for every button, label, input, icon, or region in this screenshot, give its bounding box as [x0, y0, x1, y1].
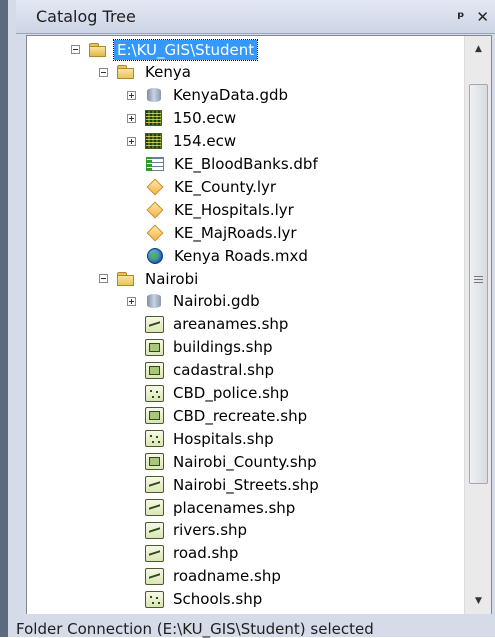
geodatabase-icon	[144, 86, 164, 104]
expand-plus-icon[interactable]	[127, 113, 136, 123]
line-shapefile-icon	[145, 544, 164, 562]
tree-item-label: road.shp	[173, 544, 239, 563]
catalog-tree-pane: E:\KU_GIS\Student Kenya KenyaData.gdb 150.e…	[26, 35, 492, 615]
tree-item[interactable]: KE_BloodBanks.dbf	[145, 153, 321, 176]
layer-file-icon	[145, 201, 165, 219]
table-icon	[145, 155, 165, 173]
tree-item-label: roadname.shp	[173, 567, 281, 586]
catalog-window: Catalog Tree ᵖ ✕ E:\KU_GIS\Student Kenya K…	[0, 0, 495, 638]
tree-item-label: Kenya Roads.mxd	[174, 246, 308, 265]
tree-item[interactable]: KenyaData.gdb	[127, 84, 291, 107]
vertical-scrollbar[interactable]: ▲ ▼	[464, 36, 491, 614]
tree-item-label: areanames.shp	[173, 315, 289, 334]
polygon-shapefile-icon	[145, 407, 164, 425]
tree-item[interactable]: rivers.shp	[145, 519, 250, 542]
tree-item-label: Nairobi_County.shp	[173, 452, 317, 471]
polygon-shapefile-icon	[145, 361, 164, 379]
tree-item[interactable]: Nairobi.gdb	[127, 290, 263, 313]
tree-item[interactable]: Schools.shp	[145, 588, 265, 611]
tree-item[interactable]: cadastral.shp	[145, 359, 277, 382]
tree-item[interactable]: areanames.shp	[145, 313, 291, 336]
collapse-minus-icon[interactable]	[99, 274, 108, 283]
tree-item-label: Nairobi_Streets.shp	[173, 475, 319, 494]
folder-icon	[116, 63, 136, 81]
tree-item-label: CBD_police.shp	[173, 384, 289, 402]
tree-item-label: Nairobi	[145, 269, 199, 288]
status-text: Folder Connection (E:\KU_GIS\Student) se…	[16, 620, 374, 638]
tree-item-label: KE_Hospitals.lyr	[174, 200, 294, 219]
map-document-icon	[145, 247, 165, 265]
tree-item-label: KE_County.lyr	[174, 177, 277, 196]
tree-item-label: Kenya	[145, 63, 191, 82]
tree-item-label: Hospitals.shp	[173, 429, 274, 448]
line-shapefile-icon	[145, 315, 164, 333]
tree-item-label: buildings.shp	[173, 338, 273, 357]
line-shapefile-icon	[145, 499, 164, 516]
tree-item[interactable]: KE_MajRoads.lyr	[145, 221, 300, 244]
tree-item-label: Nairobi.gdb	[173, 292, 260, 311]
tree-item[interactable]: E:\KU_GIS\Student	[71, 38, 259, 61]
geodatabase-icon	[144, 292, 164, 310]
polygon-shapefile-icon	[145, 338, 164, 356]
tree-item[interactable]: Nairobi_County.shp	[145, 450, 320, 473]
grip-icon	[474, 276, 483, 283]
folder-connection-icon	[88, 41, 108, 59]
tree-item[interactable]: CBD_recreate.shp	[145, 404, 310, 427]
tree-item[interactable]: KE_Hospitals.lyr	[145, 198, 297, 221]
raster-icon	[144, 109, 164, 127]
tree-item-label: placenames.shp	[173, 498, 296, 517]
folder-icon	[116, 270, 136, 288]
tree-item[interactable]: Nairobi_Streets.shp	[145, 473, 322, 496]
tree-item-label: E:\KU_GIS\Student	[112, 38, 259, 61]
tree-item[interactable]: 150.ecw	[127, 107, 239, 130]
expand-plus-icon[interactable]	[127, 136, 136, 146]
tree-item-label: 154.ecw	[173, 132, 237, 151]
tree-item[interactable]: roadname.shp	[145, 565, 284, 588]
tree-item-label: CBD_recreate.shp	[173, 406, 308, 425]
line-shapefile-icon	[145, 567, 164, 585]
line-shapefile-icon	[145, 521, 164, 539]
tree-item[interactable]: CBD_police.shp	[145, 382, 292, 405]
pin-icon[interactable]: ᵖ	[457, 8, 464, 26]
point-shapefile-icon	[145, 430, 164, 448]
raster-icon	[144, 132, 164, 150]
tree-item[interactable]: 154.ecw	[127, 130, 239, 153]
scroll-down-arrow-icon[interactable]: ▼	[465, 590, 491, 612]
tree-item[interactable]: KE_County.lyr	[145, 175, 279, 198]
catalog-tree-title-bar: Catalog Tree ᵖ ✕	[16, 0, 495, 34]
collapse-minus-icon[interactable]	[71, 45, 80, 54]
collapse-minus-icon[interactable]	[99, 67, 108, 77]
scroll-thumb[interactable]	[469, 84, 488, 484]
tree-item-label: cadastral.shp	[173, 361, 274, 380]
line-shapefile-icon	[145, 476, 164, 494]
tree-item-label: KenyaData.gdb	[173, 86, 289, 105]
tree-item-label: KE_MajRoads.lyr	[174, 223, 297, 242]
tree-item[interactable]: Nairobi	[99, 267, 201, 290]
point-shapefile-icon	[145, 384, 164, 402]
layer-file-icon	[145, 178, 165, 196]
catalog-tree: E:\KU_GIS\Student Kenya KenyaData.gdb 150.e…	[27, 36, 464, 614]
expand-plus-icon[interactable]	[127, 90, 136, 100]
close-icon[interactable]: ✕	[476, 8, 489, 26]
tree-item[interactable]: Kenya	[99, 61, 194, 84]
polygon-shapefile-icon	[145, 453, 164, 471]
panel-title: Catalog Tree	[36, 7, 136, 26]
tree-item[interactable]: road.shp	[145, 542, 241, 565]
tree-item[interactable]: Hospitals.shp	[145, 427, 277, 450]
tree-item-label: Schools.shp	[173, 590, 263, 609]
tree-item-label: KE_BloodBanks.dbf	[174, 155, 318, 173]
title-controls: ᵖ ✕	[457, 8, 489, 26]
point-shapefile-icon	[145, 590, 164, 608]
tree-item[interactable]: Kenya Roads.mxd	[145, 244, 311, 267]
tree-item[interactable]: placenames.shp	[145, 496, 298, 519]
scroll-up-arrow-icon[interactable]: ▲	[465, 38, 491, 60]
expand-plus-icon[interactable]	[127, 296, 136, 306]
tree-item-label: 150.ecw	[173, 109, 237, 128]
layer-file-icon	[145, 224, 165, 242]
tree-item[interactable]: buildings.shp	[145, 336, 276, 359]
tree-item-label: rivers.shp	[173, 521, 248, 540]
status-bar: Folder Connection (E:\KU_GIS\Student) se…	[16, 614, 495, 638]
